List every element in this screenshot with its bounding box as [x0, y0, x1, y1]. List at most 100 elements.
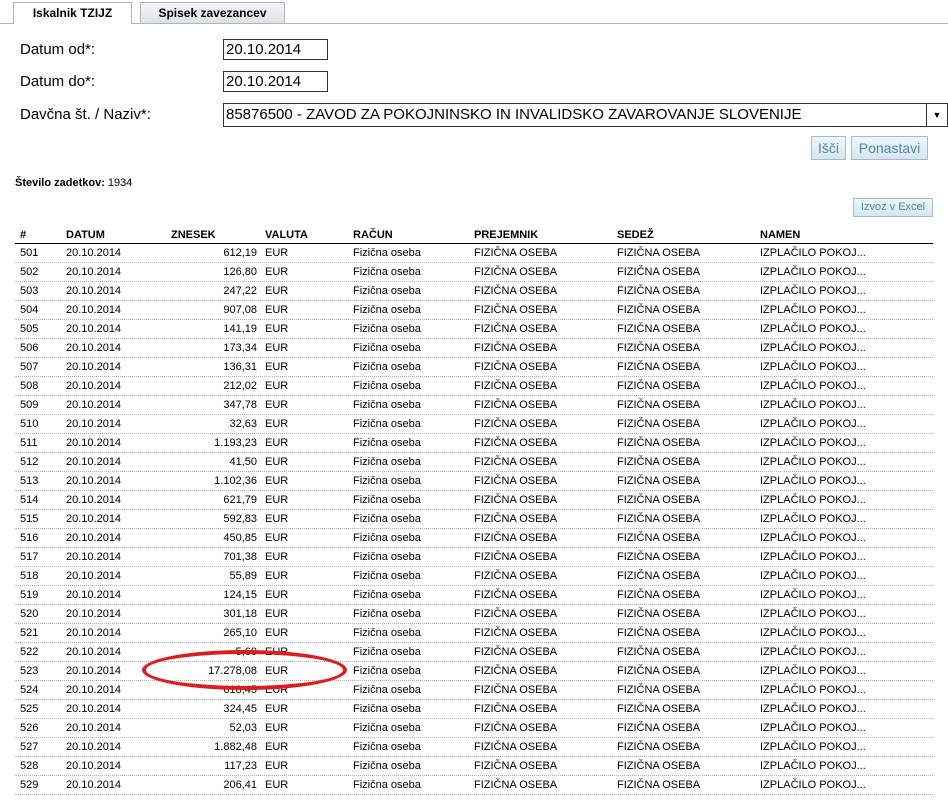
table-cell: 621,79 [223, 494, 257, 506]
table-row[interactable]: 527 20.10.2014 1.882,48 EUR Fizična oseba FIZ… [15, 738, 933, 757]
table-cell: FIZIČNA OSEBA [617, 437, 701, 449]
table-cell: FIZIČNA OSEBA [617, 418, 701, 430]
col-number: # [20, 229, 27, 241]
table-row[interactable]: 517 20.10.2014 701,38 EUR Fizična oseba FIZIČ… [15, 548, 933, 567]
table-cell: Fizična oseba [353, 285, 421, 297]
table-cell: 525 [20, 703, 39, 715]
table-cell: 20.10.2014 [66, 627, 122, 639]
tab-iskalnik[interactable]: Iskalnik TZIJZ [13, 2, 132, 24]
table-row[interactable]: 522 20.10.2014 5,60 EUR Fizična oseba FIZIČNA… [15, 643, 933, 662]
table-row[interactable]: 515 20.10.2014 592,83 EUR Fizična oseba FIZIČ… [15, 510, 933, 529]
table-row[interactable]: 512 20.10.2014 41,50 EUR Fizična oseba FIZIČN… [15, 453, 933, 472]
table-cell: 529 [20, 779, 39, 791]
table-row[interactable]: 505 20.10.2014 141,19 EUR Fizična oseba FIZIČ… [15, 320, 933, 339]
table-cell: 512 [20, 456, 39, 468]
table-row[interactable]: 518 20.10.2014 55,89 EUR Fizična oseba FIZIČN… [15, 567, 933, 586]
table-cell: 20.10.2014 [66, 494, 122, 506]
table-cell: EUR [265, 361, 289, 373]
table-cell: EUR [265, 722, 289, 734]
table-cell: 20.10.2014 [66, 684, 122, 696]
table-cell: Fizična oseba [353, 380, 421, 392]
table-cell: IZPLAČILO POKOJ... [760, 665, 866, 677]
table-cell: 514 [20, 494, 39, 506]
table-row[interactable]: 506 20.10.2014 173,34 EUR Fizična oseba FIZIČ… [15, 339, 933, 358]
table-row[interactable]: 510 20.10.2014 32,63 EUR Fizična oseba FIZIČN… [15, 415, 933, 434]
table-cell: FIZIČNA OSEBA [474, 779, 558, 791]
col-namen: NAMEN [760, 229, 801, 241]
table-cell: FIZIČNA OSEBA [617, 494, 701, 506]
table-row[interactable]: 514 20.10.2014 621,79 EUR Fizična oseba FIZIČ… [15, 491, 933, 510]
table-cell: 517 [20, 551, 39, 563]
table-cell: FIZIČNA OSEBA [617, 304, 701, 316]
table-cell: 206,41 [223, 779, 257, 791]
table-row[interactable]: 519 20.10.2014 124,15 EUR Fizična oseba FIZIČ… [15, 586, 933, 605]
table-cell: FIZIČNA OSEBA [474, 646, 558, 658]
table-row[interactable]: 524 20.10.2014 618,45 EUR Fizična oseba FIZIČ… [15, 681, 933, 700]
table-row[interactable]: 507 20.10.2014 136,31 EUR Fizična oseba FIZIČ… [15, 358, 933, 377]
table-cell: FIZIČNA OSEBA [617, 551, 701, 563]
table-cell: 265,10 [223, 627, 257, 639]
table-cell: FIZIČNA OSEBA [474, 285, 558, 297]
table-row[interactable]: 513 20.10.2014 1.102,36 EUR Fizična oseba FIZ… [15, 472, 933, 491]
table-cell: Fizična oseba [353, 247, 421, 259]
search-button[interactable]: Išči [811, 136, 846, 160]
export-excel-button[interactable]: Izvoz v Excel [853, 198, 933, 217]
table-row[interactable]: 516 20.10.2014 450,85 EUR Fizična oseba FIZIČ… [15, 529, 933, 548]
table-row[interactable]: 528 20.10.2014 117,23 EUR Fizična oseba FIZIČ… [15, 757, 933, 776]
table-row[interactable]: 508 20.10.2014 212,02 EUR Fizična oseba FIZIČ… [15, 377, 933, 396]
tab-spisek-zavezancev[interactable]: Spisek zavezancev [140, 2, 285, 23]
table-row[interactable]: 521 20.10.2014 265,10 EUR Fizična oseba FIZIČ… [15, 624, 933, 643]
table-row[interactable]: 509 20.10.2014 347,78 EUR Fizična oseba FIZIČ… [15, 396, 933, 415]
table-cell: 20.10.2014 [66, 475, 122, 487]
table-cell: 528 [20, 760, 39, 772]
table-cell: 301,18 [223, 608, 257, 620]
table-cell: EUR [265, 304, 289, 316]
table-cell: EUR [265, 285, 289, 297]
col-sedez: SEDEŽ [617, 229, 654, 241]
table-cell: FIZIČNA OSEBA [617, 779, 701, 791]
table-cell: 20.10.2014 [66, 760, 122, 772]
table-cell: IZPLAČILO POKOJ... [760, 627, 866, 639]
table-cell: IZPLAČILO POKOJ... [760, 285, 866, 297]
table-cell: FIZIČNA OSEBA [617, 684, 701, 696]
table-cell: Fizična oseba [353, 532, 421, 544]
table-row[interactable]: 520 20.10.2014 301,18 EUR Fizična oseba FIZIČ… [15, 605, 933, 624]
reset-button[interactable]: Ponastavi [851, 136, 928, 160]
table-cell: Fizična oseba [353, 589, 421, 601]
table-row[interactable]: 502 20.10.2014 126,80 EUR Fizična oseba FIZIČ… [15, 263, 933, 282]
tax-select-value: 85876500 - ZAVOD ZA POKOJNINSKO IN INVAL… [226, 106, 802, 123]
table-row[interactable]: 504 20.10.2014 907,08 EUR Fizična oseba FIZIČ… [15, 301, 933, 320]
table-cell: 522 [20, 646, 39, 658]
tax-label: Davčna št. / Naziv*: [20, 106, 151, 123]
tax-select[interactable]: 85876500 - ZAVOD ZA POKOJNINSKO IN INVAL… [223, 103, 948, 127]
table-cell: FIZIČNA OSEBA [617, 570, 701, 582]
table-cell: FIZIČNA OSEBA [474, 741, 558, 753]
table-cell: IZPLAČILO POKOJ... [760, 380, 866, 392]
tab-bar-line [0, 23, 948, 24]
table-cell: 20.10.2014 [66, 608, 122, 620]
table-cell: FIZIČNA OSEBA [617, 627, 701, 639]
table-cell: Fizična oseba [353, 456, 421, 468]
table-row[interactable]: 503 20.10.2014 247,22 EUR Fizična oseba FIZIČ… [15, 282, 933, 301]
date-from-input[interactable]: 20.10.2014 [223, 39, 328, 60]
table-cell: Fizična oseba [353, 304, 421, 316]
table-cell: EUR [265, 741, 289, 753]
table-cell: 212,02 [223, 380, 257, 392]
table-cell: 524 [20, 684, 39, 696]
table-cell: IZPLAČILO POKOJ... [760, 703, 866, 715]
table-row[interactable]: 525 20.10.2014 324,45 EUR Fizična oseba FIZIČ… [15, 700, 933, 719]
table-cell: Fizična oseba [353, 399, 421, 411]
table-cell: EUR [265, 342, 289, 354]
table-header: # DATUM ZNESEK VALUTA RAČUN PREJEMNIK SE… [15, 228, 933, 244]
table-cell: Fizična oseba [353, 266, 421, 278]
table-row[interactable]: 529 20.10.2014 206,41 EUR Fizična oseba FIZIČ… [15, 776, 933, 795]
table-cell: IZPLAČILO POKOJ... [760, 475, 866, 487]
table-cell: FIZIČNA OSEBA [617, 342, 701, 354]
table-row[interactable]: 501 20.10.2014 612,19 EUR Fizična oseba FIZIČ… [15, 244, 933, 263]
table-cell: Fizična oseba [353, 703, 421, 715]
table-cell: FIZIČNA OSEBA [474, 684, 558, 696]
date-to-input[interactable]: 20.10.2014 [223, 71, 328, 92]
table-row[interactable]: 511 20.10.2014 1.193,23 EUR Fizična oseba FIZ… [15, 434, 933, 453]
dropdown-arrow-icon[interactable]: ▼ [926, 104, 947, 126]
table-row[interactable]: 526 20.10.2014 52,03 EUR Fizična oseba FIZIČN… [15, 719, 933, 738]
